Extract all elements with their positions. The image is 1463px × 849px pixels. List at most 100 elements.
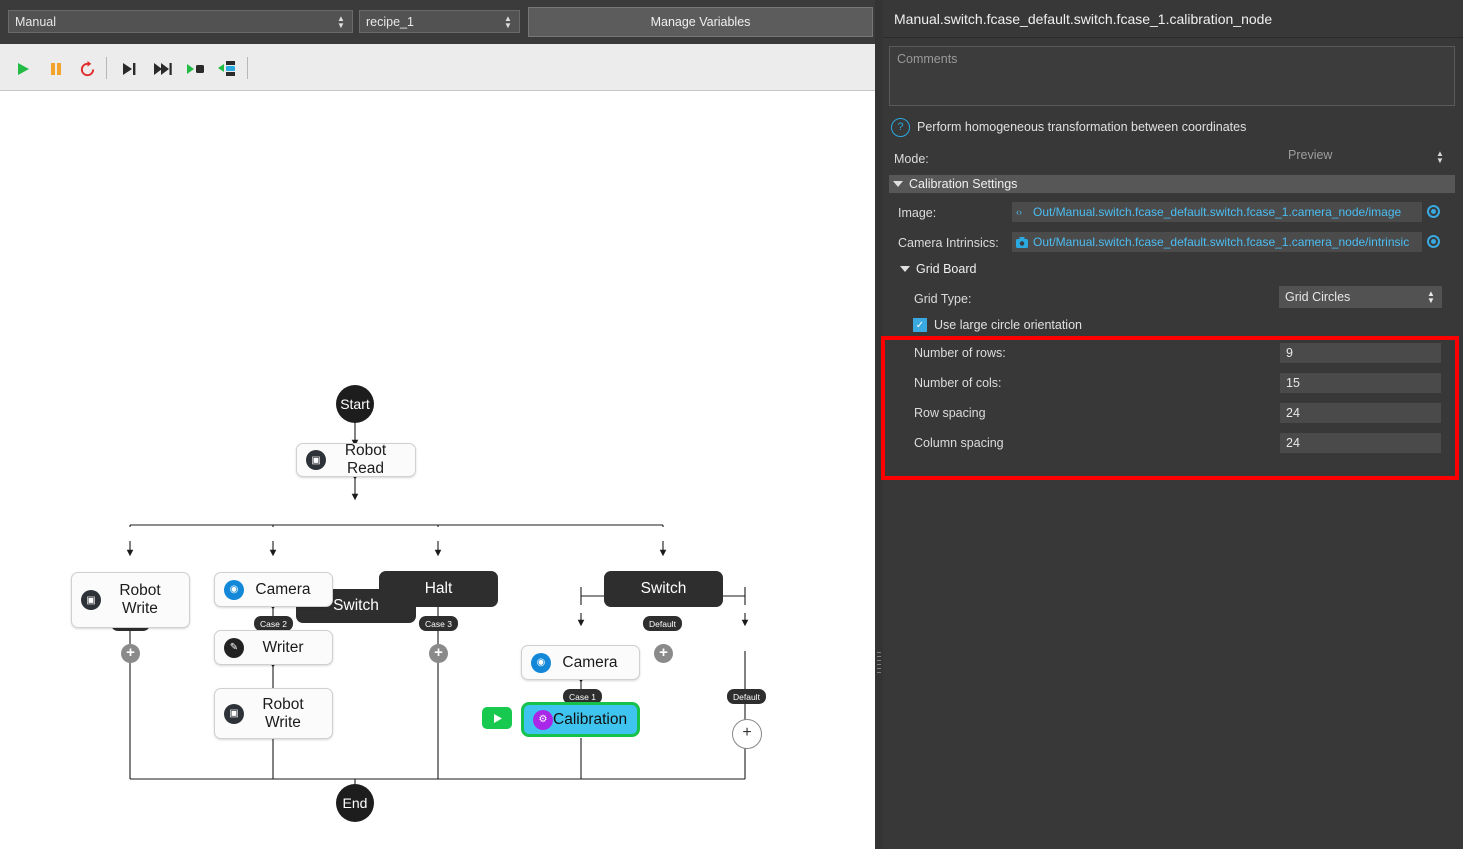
pause-button[interactable]	[42, 55, 70, 83]
node-camera-1[interactable]: ◉ Camera	[214, 572, 333, 607]
add-node-button-nested-default[interactable]: +	[732, 719, 762, 749]
recipe-combo[interactable]: recipe_1 ▲ ▼	[359, 10, 520, 33]
application-window: Manual ▲▼ recipe_1 ▲▼ Manage Variables	[0, 0, 1463, 849]
step-out-button[interactable]	[213, 55, 241, 83]
node-robot-read-label: Robot Read	[344, 442, 387, 477]
step-forward-icon	[154, 63, 172, 75]
robot-icon: ▣	[306, 450, 326, 470]
node-robot-write-1[interactable]: ▣ Robot Write	[71, 572, 190, 628]
manage-variables-button[interactable]: Manage Variables	[528, 7, 873, 37]
node-camera-2[interactable]: ◉ Camera	[521, 645, 640, 680]
node-writer[interactable]: ✎ Writer	[214, 630, 333, 665]
branch-label-default-text: Default	[649, 618, 676, 629]
run-node-button[interactable]	[482, 707, 512, 729]
branch-label-case-3-text: Case 3	[425, 618, 452, 629]
grid-type-value: Grid Circles	[1285, 290, 1351, 304]
question-icon[interactable]: ?	[891, 117, 910, 137]
branch-label-default[interactable]: Default	[643, 616, 682, 631]
node-robot-write-1-label: Robot Write	[119, 582, 161, 617]
end-node-label: End	[342, 795, 368, 811]
mode-chevron-updown-icon[interactable]: ▲ ▼	[1436, 150, 1444, 165]
mode-value[interactable]: Preview	[1288, 148, 1332, 162]
use-large-circle-checkbox[interactable]: ✓	[913, 318, 927, 332]
camera-intrinsics-label: Camera Intrinsics:	[898, 236, 999, 250]
branch-label-nested-default[interactable]: Default	[727, 689, 766, 704]
row-spacing-value: 24	[1286, 406, 1300, 420]
use-large-circle-label: Use large circle orientation	[934, 318, 1082, 332]
grid-board-header[interactable]: Grid Board	[900, 262, 976, 276]
plus-label: +	[434, 644, 443, 661]
svg-text:‹›: ‹›	[1016, 207, 1022, 217]
node-robot-write-2[interactable]: ▣ Robot Write	[214, 688, 333, 739]
image-label: Image:	[898, 206, 937, 220]
branch-label-case-3[interactable]: Case 3	[419, 616, 458, 631]
recipe-combo-value: recipe_1	[366, 14, 414, 29]
image-link-value: Out/Manual.switch.fcase_default.switch.f…	[1033, 205, 1402, 219]
chevron-updown-icon: ▲ ▼	[504, 13, 512, 30]
step-forward-button[interactable]	[149, 55, 177, 83]
camera-intrinsics-target-icon[interactable]	[1427, 235, 1440, 248]
link-icon: ‹›	[1016, 207, 1028, 217]
step-out-icon	[218, 61, 235, 76]
calibration-settings-title: Calibration Settings	[909, 177, 1018, 191]
robot-icon: ▣	[81, 590, 101, 610]
flow-editor-pane: Manual ▲▼ recipe_1 ▲▼ Manage Variables	[0, 0, 875, 849]
mode-combo[interactable]: Manual ▲ ▼	[8, 10, 353, 33]
node-calibration[interactable]: ⚙ Calibration	[521, 702, 640, 737]
add-node-button-case-3[interactable]: +	[429, 644, 448, 663]
node-halt[interactable]: Halt	[379, 571, 498, 607]
triangle-down-icon	[900, 266, 910, 272]
step-into-button[interactable]	[182, 55, 210, 83]
number-of-rows-value: 9	[1286, 346, 1293, 360]
run-toolbar: Exit Interactor	[0, 44, 875, 126]
end-node[interactable]: End	[336, 784, 374, 822]
play-icon	[493, 713, 502, 723]
camera-intrinsics-link-field[interactable]: Out/Manual.switch.fcase_default.switch.f…	[1012, 232, 1422, 252]
image-link-field[interactable]: ‹› Out/Manual.switch.fcase_default.switc…	[1012, 202, 1422, 222]
start-node[interactable]: Start	[336, 385, 374, 423]
camera-icon: ◉	[531, 652, 551, 673]
node-switch-nested[interactable]: Switch	[604, 571, 723, 607]
pane-splitter[interactable]	[875, 0, 883, 849]
column-spacing-label: Column spacing	[914, 436, 1004, 450]
plus-label: +	[742, 724, 752, 741]
pause-icon	[51, 63, 61, 75]
chevron-updown-icon: ▲ ▼	[1427, 289, 1435, 305]
number-of-rows-label: Number of rows:	[914, 346, 1006, 360]
grid-type-combo[interactable]: Grid Circles ▲ ▼	[1279, 286, 1442, 308]
branch-label-case-2[interactable]: Case 2	[254, 616, 293, 631]
column-spacing-input[interactable]: 24	[1280, 433, 1441, 453]
node-halt-label: Halt	[424, 580, 453, 598]
comments-input[interactable]: Comments	[889, 46, 1455, 106]
manage-variables-label: Manage Variables	[650, 15, 751, 29]
calibration-settings-header[interactable]: Calibration Settings	[889, 175, 1455, 193]
node-camera-2-label: Camera	[562, 653, 618, 671]
splitter-grip-icon	[877, 652, 881, 678]
camera-icon: ◉	[224, 579, 244, 600]
mode-row: Mode:	[883, 146, 1463, 172]
chevron-updown-icon: ▲ ▼	[337, 13, 345, 30]
flow-canvas[interactable]: Start End ▣ Robot Read Switch Case 1 Cas…	[0, 91, 875, 849]
step-over-button[interactable]	[116, 55, 144, 83]
node-robot-read[interactable]: ▣ Robot Read	[296, 442, 416, 477]
run-button[interactable]	[9, 55, 37, 83]
node-robot-write-2-label: Robot Write	[262, 695, 304, 731]
reset-button[interactable]	[73, 55, 101, 83]
add-node-button-default[interactable]: +	[654, 644, 673, 663]
description-text: Perform homogeneous transformation betwe…	[917, 120, 1247, 134]
toolbar-separator	[106, 57, 107, 79]
branch-label-nested-case-1-text: Case 1	[569, 691, 596, 702]
start-node-label: Start	[340, 396, 370, 412]
writer-icon: ✎	[224, 637, 244, 658]
plus-label: +	[659, 644, 668, 661]
row-spacing-input[interactable]: 24	[1280, 403, 1441, 423]
image-target-icon[interactable]	[1427, 205, 1440, 218]
comments-placeholder: Comments	[897, 52, 958, 66]
number-of-cols-input[interactable]: 15	[1280, 373, 1441, 393]
number-of-rows-input[interactable]: 9	[1280, 343, 1441, 363]
camera-intrinsics-link-value: Out/Manual.switch.fcase_default.switch.f…	[1033, 235, 1410, 249]
triangle-down-icon	[893, 181, 903, 187]
grid-board-title: Grid Board	[916, 262, 977, 276]
description-row: ? Perform homogeneous transformation bet…	[891, 116, 1451, 138]
add-node-button-case-1[interactable]: +	[121, 644, 140, 663]
